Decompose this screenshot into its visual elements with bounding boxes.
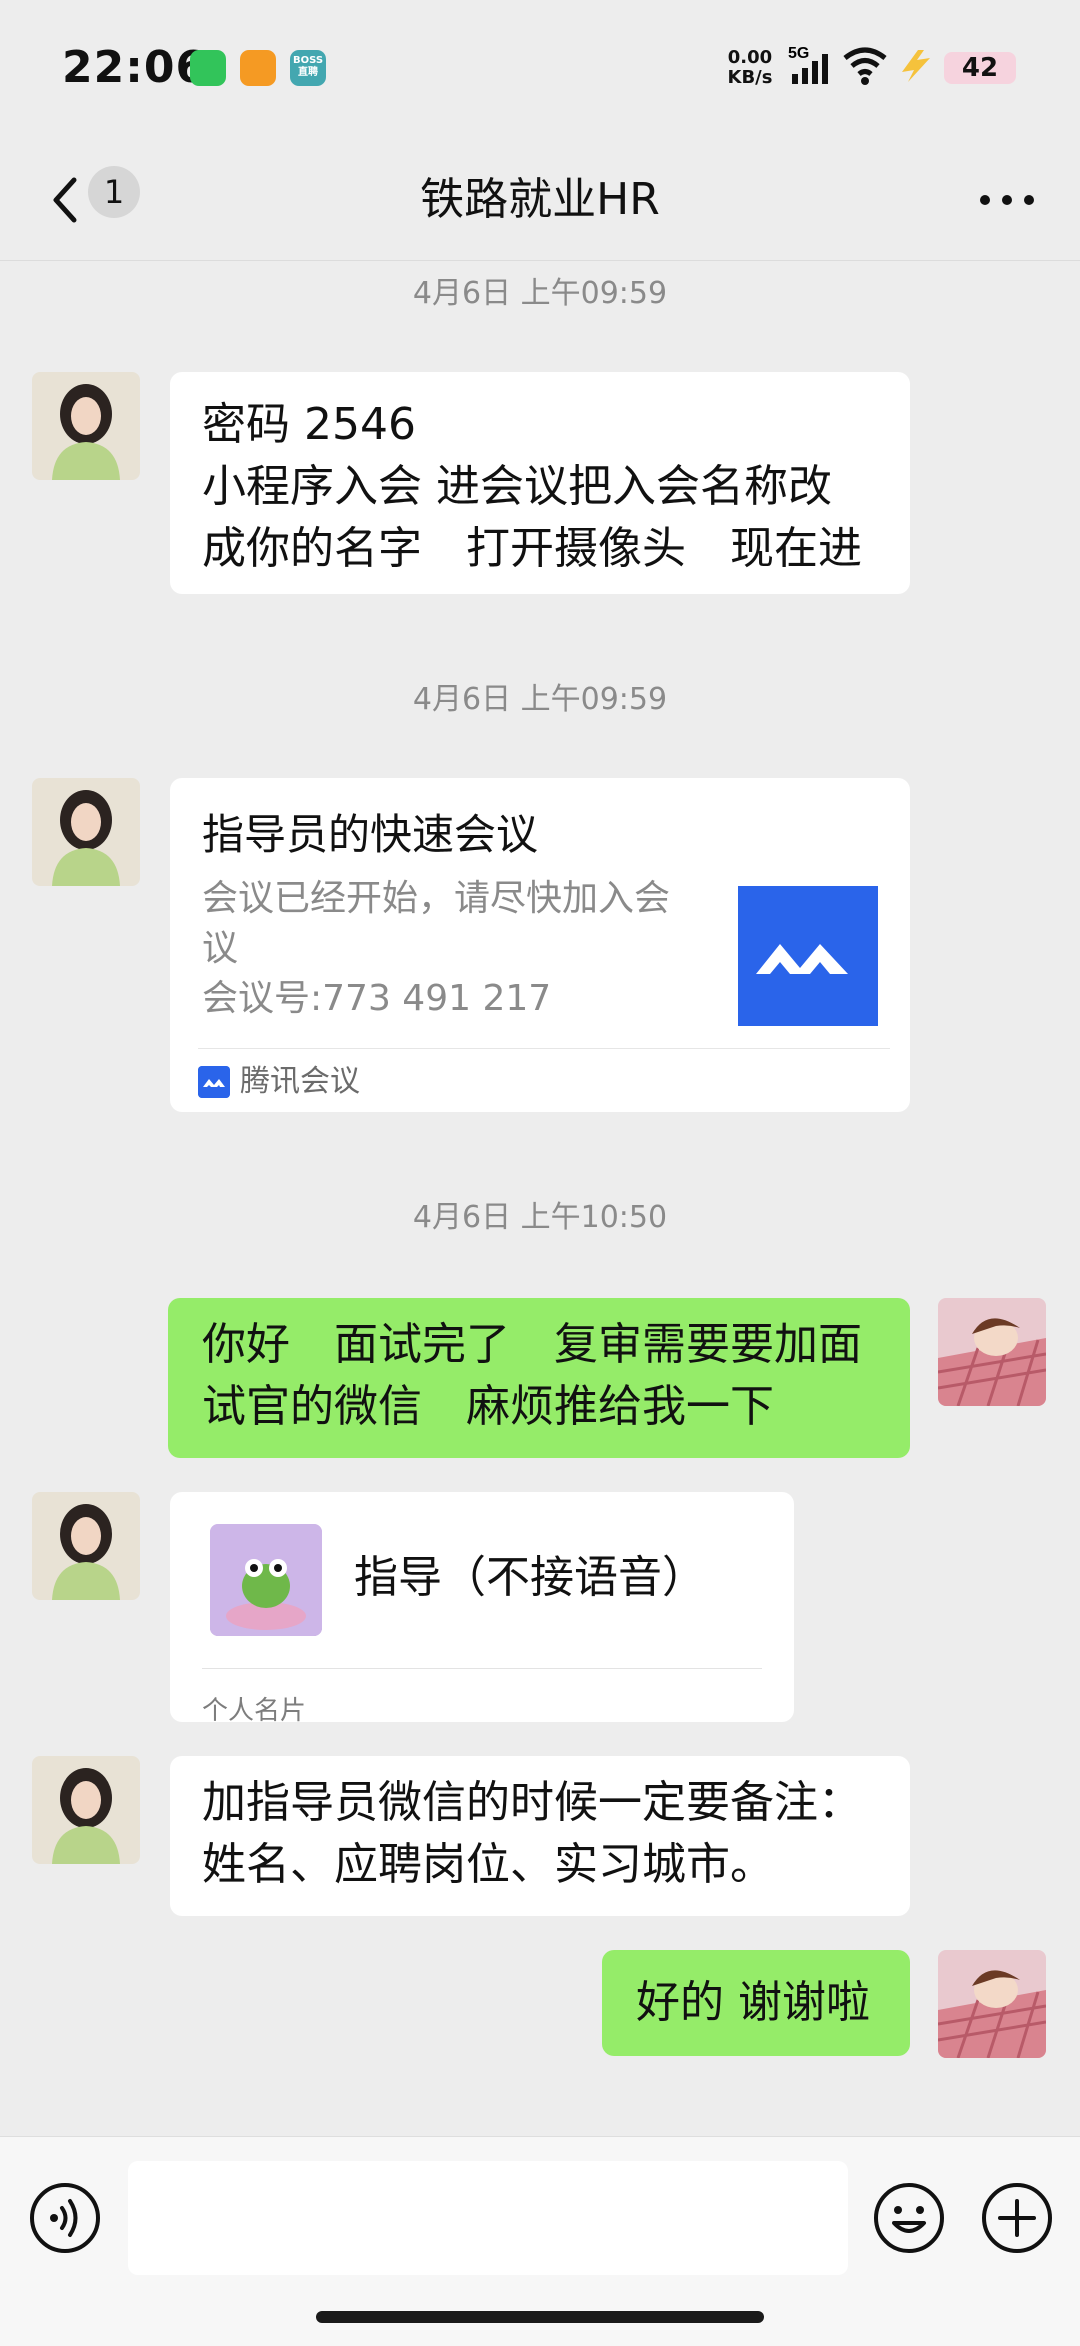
chat-input-bar [0, 2136, 1080, 2346]
svg-text:5G: 5G [788, 45, 809, 62]
message-text: 好的 谢谢啦 [636, 1977, 870, 2028]
tencent-meeting-logo-icon [738, 886, 878, 1026]
more-functions-button[interactable] [980, 2181, 1054, 2255]
meeting-id: 会议号:773 491 217 [202, 978, 552, 1019]
message-bubble[interactable]: 密码 2546 小程序入会 进会议把入会名称改 成你的名字 打开摄像头 现在进 [170, 372, 910, 594]
network-speed-unit: KB/s [727, 67, 773, 88]
contact-card[interactable]: 指导（不接语音） 个人名片 [170, 1492, 794, 1726]
message-text-line: 小程序入会 进会议把入会名称改 [202, 461, 832, 512]
message-text-line: 加指导员微信的时候一定要备注： [202, 1777, 862, 1828]
my-message-bubble[interactable]: 好的 谢谢啦 [602, 1950, 910, 2056]
contact-card-avatar [210, 1524, 322, 1636]
chat-title: 铁路就业HR [420, 174, 660, 225]
battery-indicator: 42 [944, 52, 1016, 84]
wifi-icon [843, 47, 887, 85]
home-indicator[interactable] [316, 2311, 764, 2323]
app-notification-icon [240, 50, 276, 86]
contact-avatar[interactable] [32, 1756, 140, 1864]
card-divider [202, 1668, 762, 1669]
power-saving-icon [902, 50, 930, 82]
meeting-card-desc-line: 会议已经开始，请尽快加入会 [202, 878, 671, 919]
card-divider [198, 1048, 890, 1049]
contact-card-name: 指导（不接语音） [354, 1552, 706, 1603]
message-text-line: 你好 面试完了 复审需要要加面 [202, 1319, 862, 1370]
status-time: 22:06 [62, 42, 208, 93]
message-timestamp: 4月6日 上午09:59 [412, 276, 668, 311]
message-bubble[interactable]: 加指导员微信的时候一定要备注： 姓名、应聘岗位、实习城市。 [170, 1756, 910, 1916]
meeting-card[interactable]: 指导员的快速会议 会议已经开始，请尽快加入会 议 会议号:773 491 217… [170, 778, 910, 1112]
wechat-notification-icon [190, 50, 226, 86]
network-speed: 0.00 KB/s [722, 48, 778, 88]
more-options-button[interactable] [972, 170, 1042, 230]
tencent-meeting-small-icon [198, 1066, 230, 1098]
chat-header: 铁路就业HR [0, 140, 1080, 261]
contact-avatar[interactable] [32, 372, 140, 480]
contact-card-type: 个人名片 [202, 1696, 307, 1726]
meeting-card-title: 指导员的快速会议 [202, 810, 539, 859]
boss-zhipin-notification-icon: BOSS 直聘 [290, 50, 326, 86]
status-bar: 22:06 BOSS 直聘 0.00 KB/s 5G 42 [0, 0, 1080, 140]
my-message-bubble[interactable]: 你好 面试完了 复审需要要加面 试官的微信 麻烦推给我一下 [168, 1298, 910, 1458]
contact-avatar[interactable] [32, 778, 140, 886]
network-speed-value: 0.00 [727, 47, 773, 68]
message-text-line: 姓名、应聘岗位、实习城市。 [202, 1839, 774, 1890]
message-text-line: 成你的名字 打开摄像头 现在进 [202, 523, 862, 574]
meeting-card-source: 腾讯会议 [240, 1064, 360, 1099]
my-avatar[interactable] [938, 1298, 1046, 1406]
my-avatar[interactable] [938, 1950, 1046, 2058]
unread-count-badge: 1 [88, 166, 140, 218]
meeting-card-desc-line: 议 [202, 928, 239, 969]
voice-input-button[interactable] [28, 2181, 102, 2255]
message-timestamp: 4月6日 上午09:59 [412, 682, 668, 717]
meeting-card-description: 会议已经开始，请尽快加入会 议 会议号:773 491 217 [202, 874, 712, 1024]
message-timestamp: 4月6日 上午10:50 [412, 1200, 668, 1235]
message-text-line: 试官的微信 麻烦推给我一下 [202, 1381, 774, 1432]
message-input[interactable] [128, 2161, 848, 2275]
cellular-signal-icon: 5G [788, 45, 828, 84]
message-text-line: 密码 2546 [202, 399, 416, 450]
emoji-button[interactable] [872, 2181, 946, 2255]
contact-avatar[interactable] [32, 1492, 140, 1600]
